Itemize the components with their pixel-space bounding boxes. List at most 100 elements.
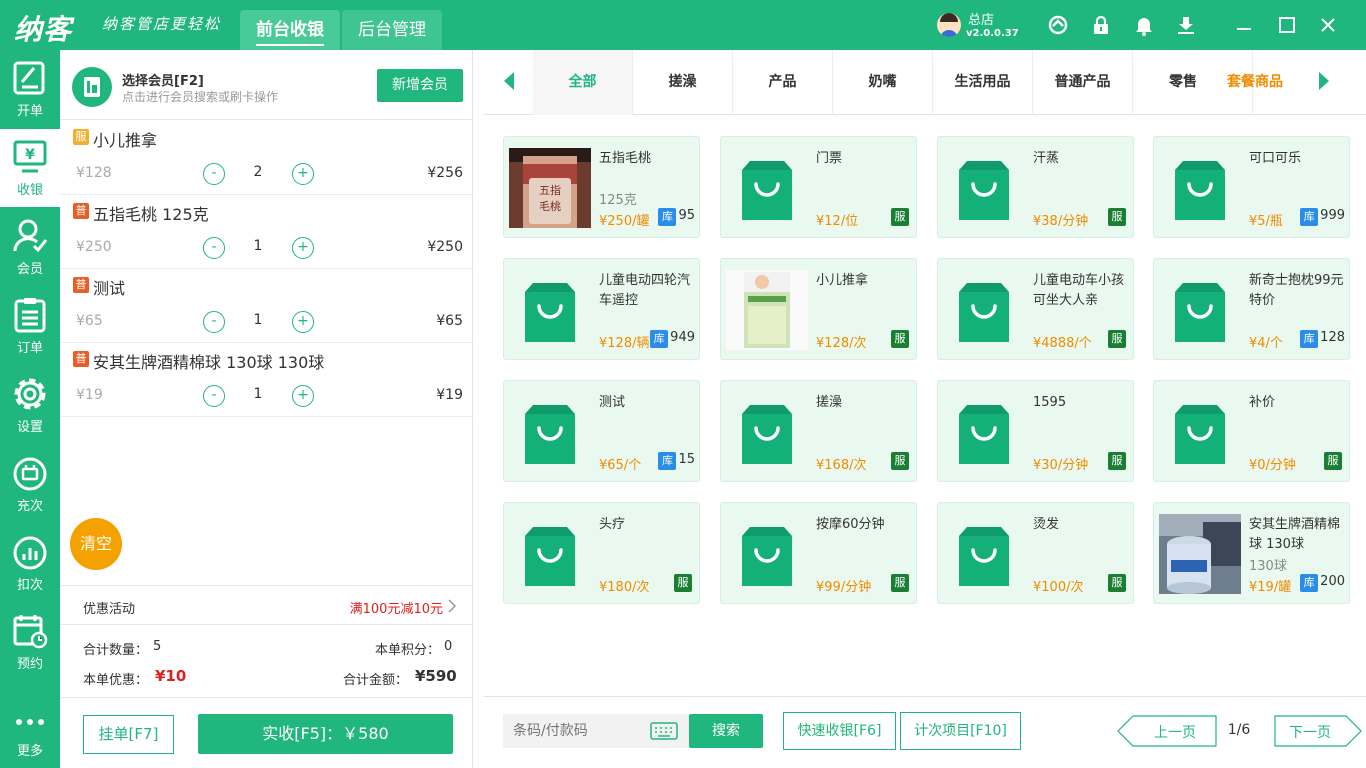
- cart-item-qty[interactable]: 1: [246, 238, 270, 254]
- product-price: ¥99/分钟: [816, 580, 872, 595]
- cart-item[interactable]: 服 小儿推拿 ¥128 - 2 + ¥256: [60, 121, 473, 195]
- hold-order-button[interactable]: 挂单[F7]: [83, 715, 174, 754]
- product-tag: 普: [73, 277, 89, 293]
- sidebar-item-booking[interactable]: 预约: [0, 603, 60, 681]
- shopping-bag-icon: [509, 270, 591, 350]
- category-all[interactable]: 全部: [533, 50, 633, 115]
- deduct-icon: [13, 536, 47, 570]
- cart-item[interactable]: 普 五指毛桃 125克 ¥250 - 1 + ¥250: [60, 195, 473, 269]
- sidebar-item-cashier[interactable]: ¥ 收银: [0, 129, 60, 207]
- increase-button[interactable]: +: [292, 163, 314, 185]
- cart-item-total: ¥65: [436, 313, 463, 329]
- cart-item-qty[interactable]: 1: [246, 386, 270, 402]
- sidebar-item-member[interactable]: 会员: [0, 208, 60, 286]
- member-select[interactable]: 选择会员[F2] 点击进行会员搜索或刷卡操作 新增会员: [60, 50, 473, 120]
- more-icon: [16, 719, 44, 725]
- support-icon[interactable]: [1047, 14, 1069, 36]
- sidebar-item-recharge[interactable]: 充次: [0, 445, 60, 523]
- keyboard-icon[interactable]: [650, 722, 678, 740]
- cart-item-qty[interactable]: 2: [246, 164, 270, 180]
- product-name: 可口可乐: [1249, 151, 1302, 166]
- sidebar-item-label: 订单: [16, 341, 43, 356]
- cart-item[interactable]: 普 测试 ¥65 - 1 + ¥65: [60, 269, 473, 343]
- download-icon[interactable]: [1175, 14, 1197, 36]
- quick-cashier-button[interactable]: 快速收银[F6]: [783, 712, 896, 750]
- product-name: 小儿推拿: [816, 273, 869, 288]
- shopping-bag-icon: [726, 148, 808, 228]
- maximize-icon[interactable]: [1276, 14, 1298, 36]
- decrease-button[interactable]: -: [203, 385, 225, 407]
- cart-item-qty[interactable]: 1: [246, 312, 270, 328]
- product-card[interactable]: 补价 ¥0/分钟 服: [1153, 380, 1350, 482]
- product-card[interactable]: 儿童电动四轮汽车遥控 ¥128/辆库 949: [503, 258, 700, 360]
- search-button[interactable]: 搜索: [689, 714, 763, 748]
- sidebar-item-settings[interactable]: 设置: [0, 366, 60, 444]
- product-name: 按摩60分钟: [816, 517, 885, 532]
- product-card[interactable]: 烫发 ¥100/次 服: [937, 502, 1134, 604]
- stock-tag: 库: [650, 330, 669, 348]
- stock-count: 999: [1320, 208, 1345, 223]
- product-card[interactable]: 儿童电动车小孩可坐大人亲 ¥4888/个 服: [937, 258, 1134, 360]
- cart-item-price: ¥65: [76, 313, 103, 329]
- product-card[interactable]: 汗蒸 ¥38/分钟 服: [937, 136, 1134, 238]
- product-card[interactable]: 安其生牌酒精棉球 130球 130球 ¥19/罐库 200: [1153, 502, 1350, 604]
- cart-item[interactable]: 普 安其生牌酒精棉球 130球 130球 ¥19 - 1 + ¥19: [60, 343, 473, 417]
- product-card[interactable]: 头疗 ¥180/次 服: [503, 502, 700, 604]
- minimize-icon[interactable]: [1233, 14, 1255, 36]
- decrease-button[interactable]: -: [203, 311, 225, 333]
- tab-front-cashier[interactable]: 前台收银: [240, 10, 340, 50]
- category-prev-arrow[interactable]: [504, 72, 514, 90]
- decrease-button[interactable]: -: [203, 237, 225, 259]
- bell-icon[interactable]: [1133, 14, 1155, 36]
- add-member-button[interactable]: 新增会员: [377, 69, 463, 102]
- member-select-title: 选择会员[F2]: [122, 74, 204, 89]
- category-daily[interactable]: 生活用品: [933, 50, 1033, 115]
- clear-cart-button[interactable]: 清空: [70, 518, 122, 570]
- product-price: ¥100/次: [1033, 580, 1084, 595]
- cart-item-name: 测试: [93, 279, 126, 298]
- decrease-button[interactable]: -: [203, 163, 225, 185]
- product-card[interactable]: 1595 ¥30/分钟 服: [937, 380, 1134, 482]
- sidebar-item-open-order[interactable]: 开单: [0, 50, 60, 128]
- avatar[interactable]: [937, 13, 961, 37]
- product-card[interactable]: 按摩60分钟 ¥99/分钟 服: [720, 502, 917, 604]
- category-next-arrow[interactable]: [1319, 72, 1329, 90]
- service-badge: 服: [1324, 452, 1342, 470]
- lock-icon[interactable]: [1090, 14, 1112, 36]
- increase-button[interactable]: +: [292, 385, 314, 407]
- increase-button[interactable]: +: [292, 311, 314, 333]
- prev-page-label[interactable]: 上一页: [1133, 722, 1217, 742]
- tab-backend-admin[interactable]: 后台管理: [342, 10, 442, 50]
- category-product[interactable]: 产品: [733, 50, 833, 115]
- sidebar-item-label: 设置: [16, 420, 43, 435]
- product-card[interactable]: 小儿推拿 ¥128/次 服: [720, 258, 917, 360]
- recharge-icon: [13, 457, 47, 491]
- product-price: ¥12/位: [816, 214, 859, 229]
- product-name: 儿童电动车小孩可坐大人亲: [1033, 273, 1125, 308]
- sidebar-item-deduct[interactable]: 扣次: [0, 524, 60, 602]
- product-card[interactable]: 新奇士抱枕99元特价 ¥4/个 库 128: [1153, 258, 1350, 360]
- promotion-row[interactable]: 优惠活动 满100元减10元: [60, 585, 473, 625]
- pay-button[interactable]: 实收[F5]：￥580: [198, 714, 453, 754]
- category-normal[interactable]: 普通产品: [1033, 50, 1133, 115]
- count-items-button[interactable]: 计次项目[F10]: [900, 712, 1021, 750]
- sidebar-item-more[interactable]: 更多: [0, 690, 60, 768]
- product-card[interactable]: 可口可乐 ¥5/瓶 库 999: [1153, 136, 1350, 238]
- close-icon[interactable]: [1317, 14, 1339, 36]
- category-pacifier[interactable]: 奶嘴: [833, 50, 933, 115]
- category-package[interactable]: 套餐商品: [1205, 50, 1305, 115]
- increase-button[interactable]: +: [292, 237, 314, 259]
- stock-badge: 库 15: [658, 452, 697, 470]
- cart-item-name: 安其生牌酒精棉球 130球 130球: [93, 353, 325, 372]
- category-scrub[interactable]: 搓澡: [633, 50, 733, 115]
- next-page-label[interactable]: 下一页: [1274, 722, 1346, 742]
- product-name: 安其生牌酒精棉球 130球: [1249, 517, 1341, 552]
- product-card[interactable]: 门票 ¥12/位 服: [720, 136, 917, 238]
- product-card[interactable]: 五指 毛桃 五指毛桃 125克 ¥250/罐库 95: [503, 136, 700, 238]
- sidebar-item-order[interactable]: 订单: [0, 287, 60, 365]
- product-card[interactable]: 测试 ¥65/个 库 15: [503, 380, 700, 482]
- member-icon: [13, 219, 48, 253]
- product-photo: [726, 270, 808, 350]
- product-name: 补价: [1249, 395, 1276, 410]
- product-card[interactable]: 搓澡 ¥168/次 服: [720, 380, 917, 482]
